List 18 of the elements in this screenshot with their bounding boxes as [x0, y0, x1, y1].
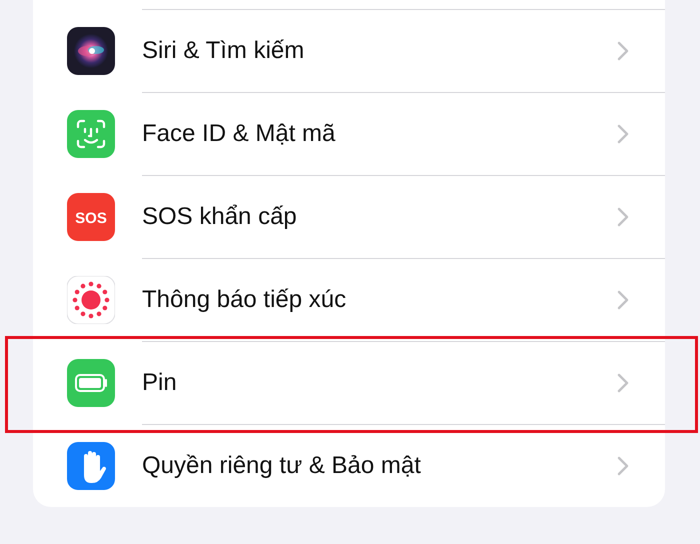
setting-label[interactable]: Pin	[142, 364, 617, 400]
hand-icon	[67, 442, 115, 490]
setting-label[interactable]: Thông báo tiếp xúc	[142, 282, 617, 318]
siri-icon	[67, 26, 115, 74]
setting-label[interactable]: Face ID & Mật mã	[142, 116, 617, 152]
chevron-icon	[617, 40, 629, 60]
chevron-icon	[617, 456, 629, 476]
chevron-icon	[617, 124, 629, 144]
exposure-icon	[67, 276, 115, 324]
setting-label[interactable]: Quyền riêng tư & Bảo mật	[142, 448, 617, 484]
battery-icon	[67, 358, 115, 406]
setting-label[interactable]: Siri & Tìm kiếm	[142, 32, 617, 68]
chevron-icon	[617, 290, 629, 310]
chevron-icon	[617, 206, 629, 226]
sos-icon: SOS	[67, 192, 115, 240]
setting-label[interactable]: SOS khẩn cấp	[142, 198, 617, 234]
chevron-icon	[617, 372, 629, 392]
face-id-icon	[67, 110, 115, 158]
